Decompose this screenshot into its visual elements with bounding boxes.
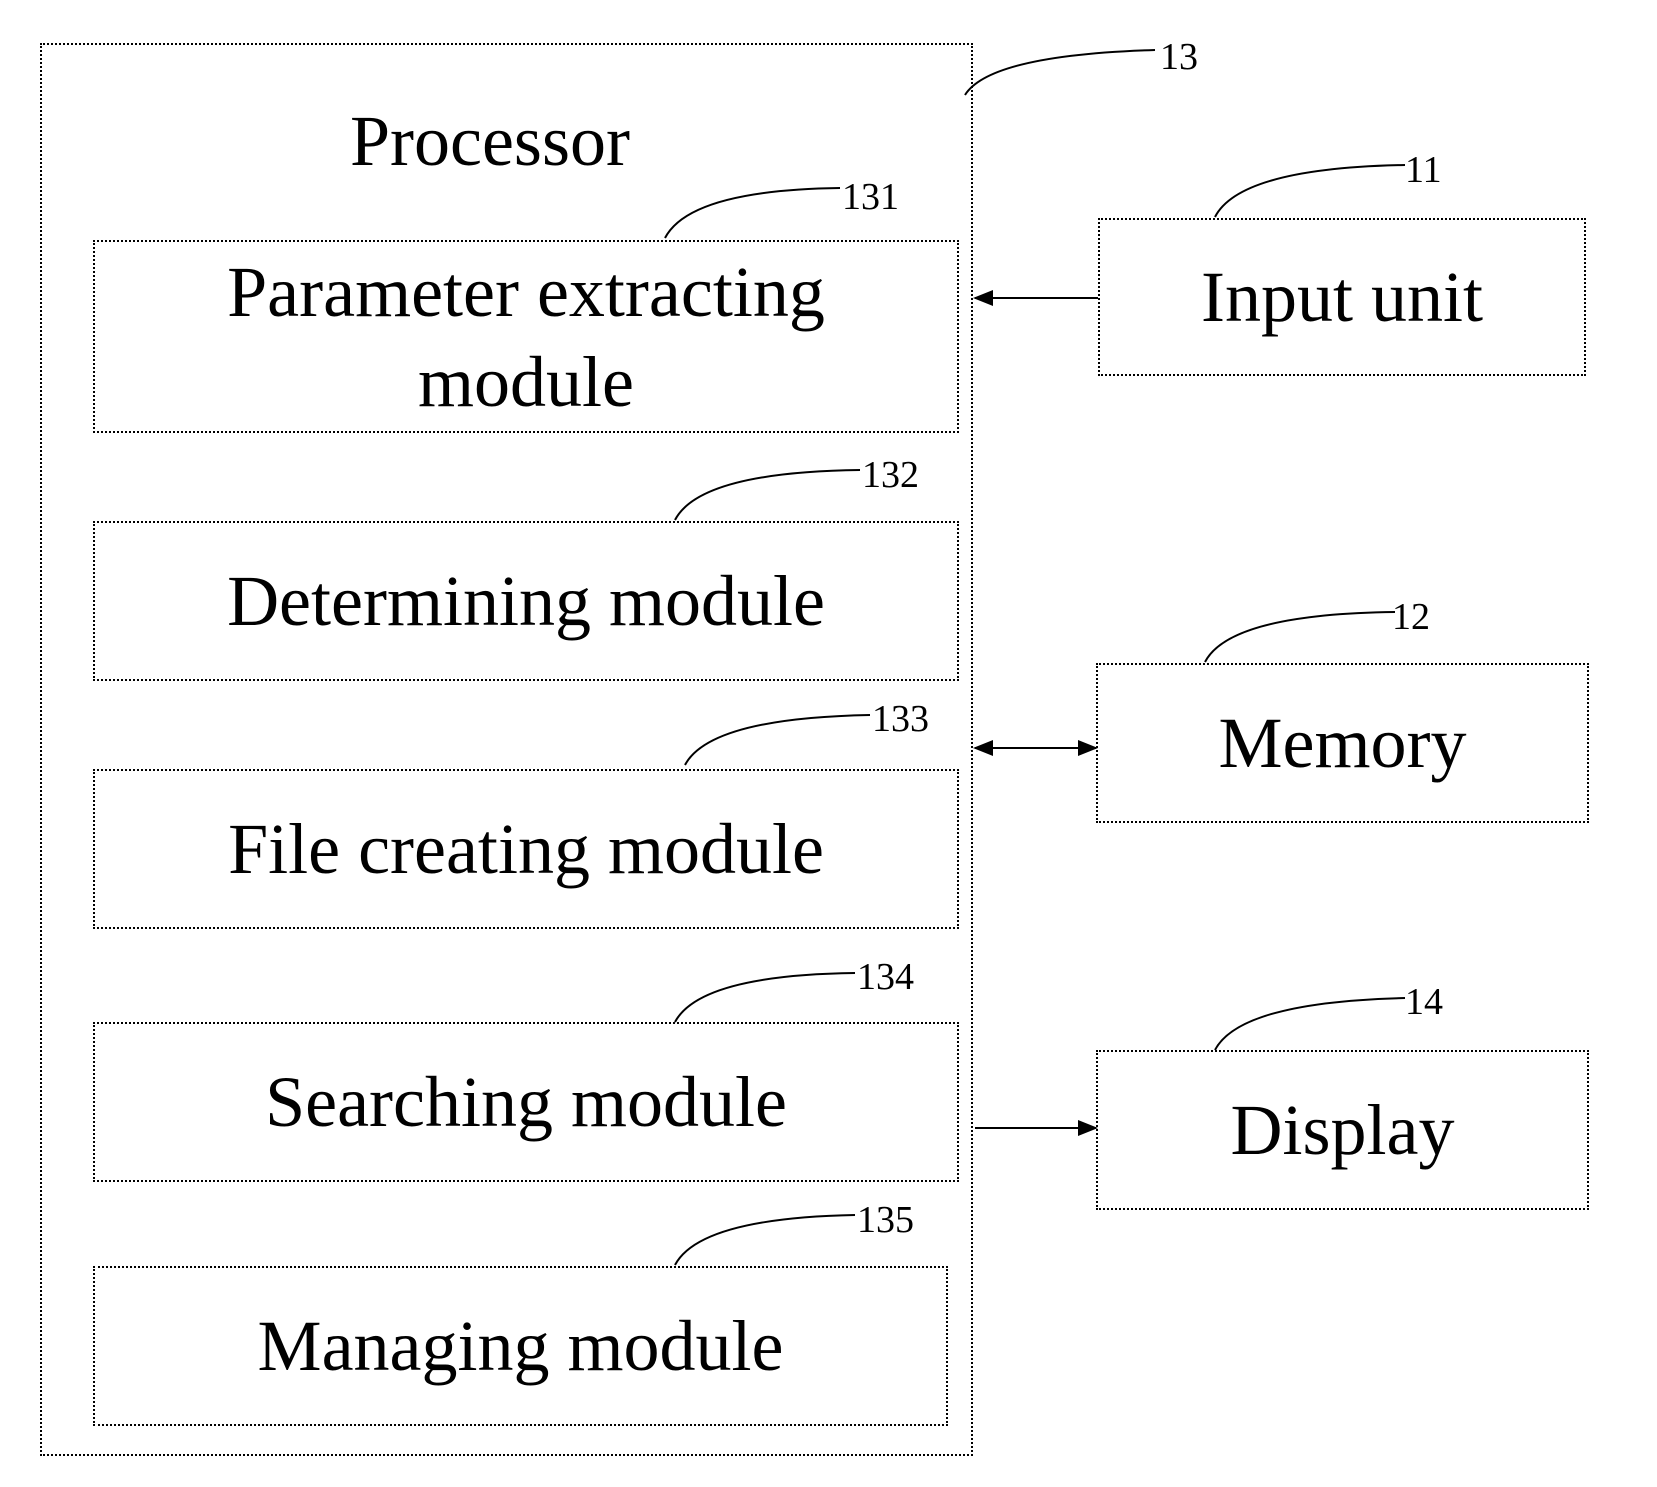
display-box: Display [1096, 1050, 1589, 1210]
processor-title: Processor [350, 101, 630, 181]
leader-13 [964, 49, 1156, 96]
module-determining: Determining module [93, 521, 959, 681]
module-file-creating: File creating module [93, 769, 959, 929]
module-ref-135: 135 [857, 1199, 914, 1241]
module-searching: Searching module [93, 1022, 959, 1182]
display-ref: 14 [1405, 981, 1443, 1023]
processor-ref: 13 [1160, 36, 1198, 78]
module-ref-133: 133 [872, 698, 929, 740]
leader-12 [1204, 611, 1396, 663]
module-ref-131: 131 [842, 176, 899, 218]
leader-14 [1214, 997, 1406, 1051]
memory-box: Memory [1096, 663, 1589, 823]
module-ref-132: 132 [862, 454, 919, 496]
input-unit-box: Input unit [1098, 218, 1586, 376]
module-managing: Managing module [93, 1266, 948, 1426]
module-parameter-extracting: Parameter extracting module [93, 240, 959, 433]
module-ref-134: 134 [857, 956, 914, 998]
memory-ref: 12 [1392, 596, 1430, 638]
input-unit-ref: 11 [1405, 149, 1442, 191]
leader-11 [1214, 164, 1406, 218]
